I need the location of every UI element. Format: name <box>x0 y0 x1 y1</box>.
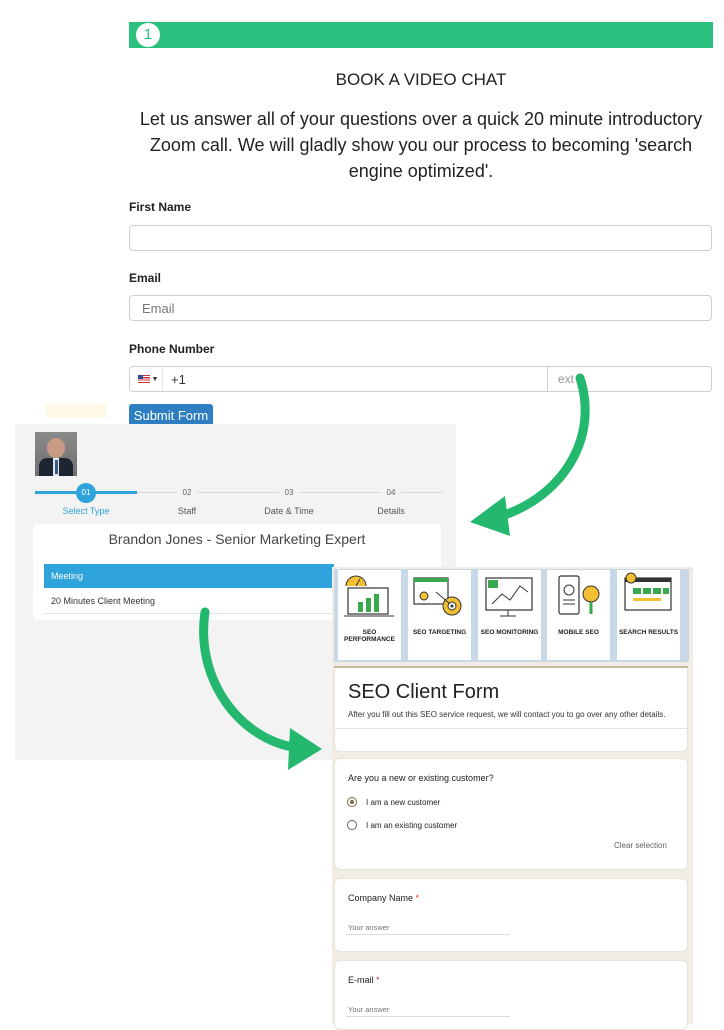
arrow-curve-1 <box>490 373 590 523</box>
arrow-curve-2 <box>199 607 303 753</box>
arrow-head-1 <box>470 496 510 536</box>
arrow-overlay <box>199 373 590 770</box>
arrow-head-2 <box>288 728 322 770</box>
